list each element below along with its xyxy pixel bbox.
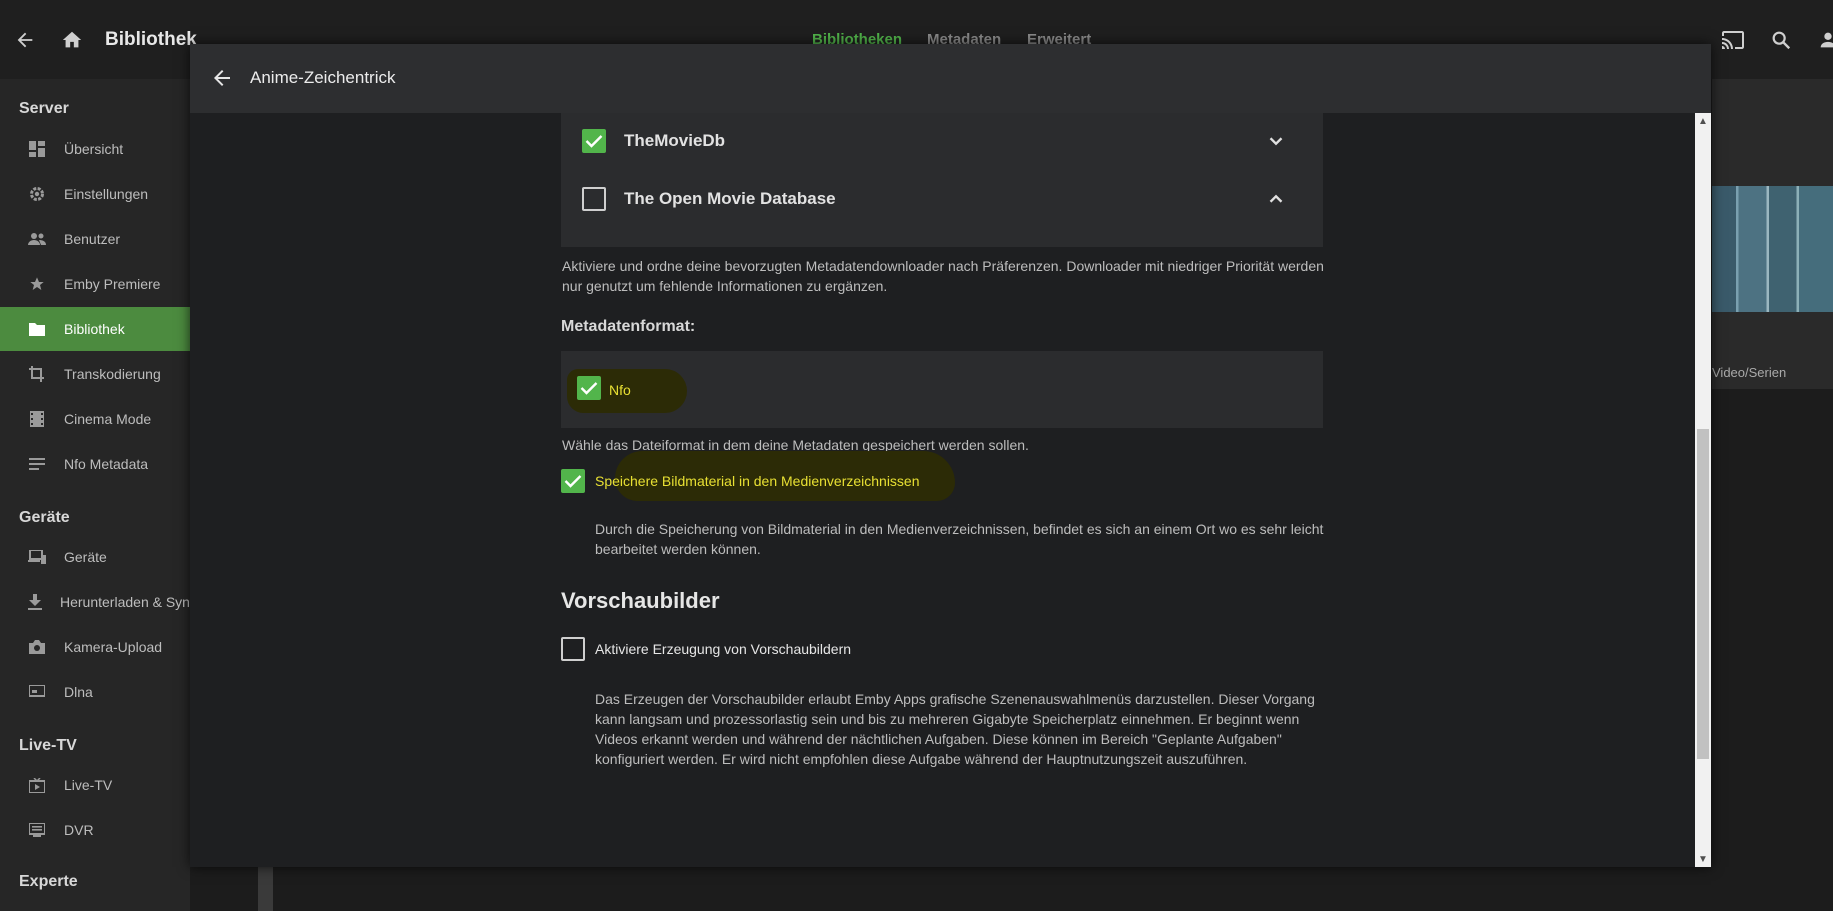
sidebar-item-benutzer[interactable]: Benutzer — [0, 217, 190, 261]
home-icon[interactable] — [58, 26, 86, 54]
downloader-row-omdb[interactable]: The Open Movie Database — [561, 174, 1323, 224]
scroll-up-arrow-icon[interactable]: ▲ — [1695, 113, 1711, 129]
dialog-header: Anime-Zeichentrick — [190, 44, 1711, 113]
thumbnails-option[interactable]: Aktiviere Erzeugung von Vorschaubildern — [561, 637, 851, 661]
film-icon — [28, 410, 46, 428]
back-arrow-icon[interactable] — [11, 26, 39, 54]
camera-icon — [28, 638, 46, 656]
back-arrow-icon[interactable] — [210, 66, 234, 90]
sidebar-item-label: Einstellungen — [64, 186, 149, 202]
dialog-title: Anime-Zeichentrick — [250, 68, 396, 87]
downloader-checkbox[interactable] — [582, 187, 606, 211]
thumbnails-heading: Vorschaubilder — [561, 588, 720, 613]
dialog-scrollbar[interactable]: ▲ ▼ — [1695, 113, 1711, 867]
downloader-checkbox[interactable] — [582, 129, 606, 153]
lines-icon — [28, 455, 46, 473]
sidebar-section-geraete: Geräte — [19, 509, 70, 526]
sidebar-section-server: Server — [19, 100, 69, 117]
sidebar-section-live-tv: Live-TV — [19, 737, 77, 754]
user-icon[interactable] — [1814, 26, 1833, 54]
sidebar-item-label: Herunterladen & Sync — [60, 594, 197, 610]
sidebar-item-label: Dlna — [64, 684, 93, 700]
thumbnails-label: Aktiviere Erzeugung von Vorschaubildern — [595, 641, 852, 657]
sidebar-item-label: DVR — [64, 822, 94, 838]
page-title: Bibliothek — [105, 29, 197, 50]
live-tv-icon — [28, 776, 46, 794]
sidebar-item-dvr[interactable]: DVR — [0, 808, 190, 852]
save-artwork-checkbox[interactable] — [561, 469, 585, 493]
library-card-label: Video/Serien — [1712, 365, 1787, 380]
sidebar-item-label: Kamera-Upload — [64, 639, 163, 655]
sidebar-item-live-tv[interactable]: Live-TV — [0, 763, 190, 807]
sidebar-item-label: Übersicht — [64, 141, 124, 157]
sidebar-item-label: Bibliothek — [64, 321, 125, 337]
sidebar-item-uebersicht[interactable]: Übersicht — [0, 127, 190, 171]
thumbnails-help-text: Das Erzeugen der Vorschaubilder erlaubt … — [595, 691, 1315, 767]
save-artwork-label: Speichere Bildmaterial in den Medienverz… — [595, 473, 920, 489]
check-icon — [580, 382, 598, 395]
scrollbar-thumb[interactable] — [1697, 429, 1709, 759]
sidebar-item-geraete[interactable]: Geräte — [0, 535, 190, 579]
sidebar-item-label: Geräte — [64, 549, 107, 565]
nfo-label: Nfo — [609, 382, 631, 398]
sidebar-item-label: Transkodierung — [64, 366, 161, 382]
sidebar-item-label: Benutzer — [64, 231, 121, 247]
sidebar-item-label: Live-TV — [64, 777, 113, 793]
sidebar-section-experte: Experte — [19, 873, 78, 890]
sidebar-item-einstellungen[interactable]: Einstellungen — [0, 172, 190, 216]
library-thumbnails-image[interactable] — [1712, 186, 1833, 312]
save-artwork-option[interactable]: Speichere Bildmaterial in den Medienverz… — [561, 469, 920, 493]
downloader-row-themoviedb[interactable]: TheMovieDb — [561, 116, 1323, 166]
nfo-checkbox[interactable] — [577, 376, 601, 400]
search-icon[interactable] — [1767, 26, 1795, 54]
dialog-body: TheMovieDb The Open Movie Database Aktiv… — [190, 113, 1695, 867]
chevron-down-icon[interactable] — [1265, 130, 1287, 152]
sidebar-item-dlna[interactable]: Dlna — [0, 670, 190, 714]
sidebar-item-emby-premiere[interactable]: Emby Premiere — [0, 262, 190, 306]
sidebar-item-label: Cinema Mode — [64, 411, 152, 427]
downloader-name: TheMovieDb — [624, 131, 726, 150]
download-icon — [28, 593, 42, 611]
save-artwork-help-text: Durch die Speicherung von Bildmaterial i… — [595, 521, 1324, 557]
downloader-name: The Open Movie Database — [624, 189, 836, 208]
metadata-format-heading: Metadatenformat: — [561, 318, 696, 335]
scroll-down-arrow-icon[interactable]: ▼ — [1695, 851, 1711, 867]
star-icon — [28, 275, 46, 293]
sidebar: Server Übersicht Einstellungen Benutzer … — [0, 79, 197, 911]
devices-icon — [28, 548, 46, 566]
sidebar-item-label: Emby Premiere — [64, 276, 161, 292]
users-icon — [28, 230, 46, 248]
sidebar-item-cinema-mode[interactable]: Cinema Mode — [0, 397, 190, 441]
library-settings-dialog: Anime-Zeichentrick TheMovieDb The Open M… — [190, 44, 1711, 867]
downloaders-help-text: Aktiviere und ordne deine bevorzugten Me… — [562, 258, 1324, 294]
sidebar-item-label: Nfo Metadata — [64, 456, 149, 472]
metadata-format-box: Nfo — [561, 351, 1323, 428]
sidebar-item-bibliothek[interactable]: Bibliothek — [0, 307, 190, 351]
dvr-icon — [28, 821, 46, 839]
chevron-up-icon[interactable] — [1265, 188, 1287, 210]
crop-icon — [28, 365, 46, 383]
gear-icon — [28, 185, 46, 203]
page-scrollbar[interactable] — [258, 867, 273, 911]
thumbnails-checkbox[interactable] — [561, 637, 585, 661]
sidebar-item-kamera-upload[interactable]: Kamera-Upload — [0, 625, 190, 669]
dashboard-icon — [28, 140, 46, 158]
metadata-downloader-list: TheMovieDb The Open Movie Database — [561, 113, 1323, 247]
check-icon — [585, 135, 603, 148]
sidebar-item-nfo-metadata[interactable]: Nfo Metadata — [0, 442, 190, 486]
sidebar-item-herunterladen[interactable]: Herunterladen & Sync — [0, 580, 197, 624]
cast-screen-icon — [28, 683, 46, 701]
sidebar-item-transkodierung[interactable]: Transkodierung — [0, 352, 190, 396]
folder-icon — [28, 320, 46, 338]
check-icon — [564, 475, 582, 488]
cast-icon[interactable] — [1719, 26, 1747, 54]
